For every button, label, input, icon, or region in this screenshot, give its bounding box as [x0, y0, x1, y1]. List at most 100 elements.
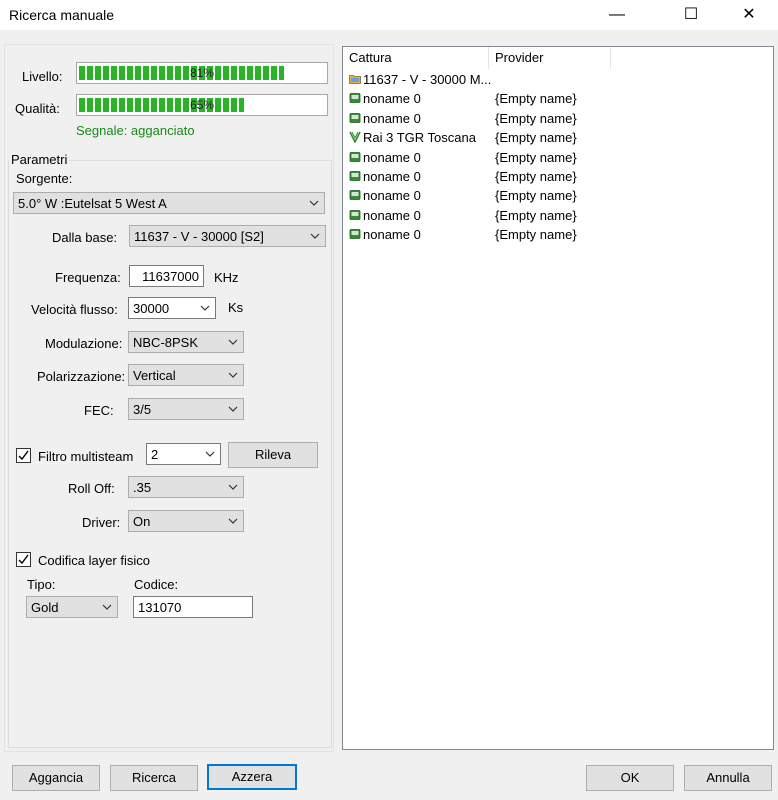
type-dropdown[interactable]: Gold: [26, 596, 118, 618]
chevron-down-icon: [205, 451, 215, 457]
service-name-text: noname 0: [363, 149, 421, 165]
service-provider: {Empty name}: [495, 110, 577, 126]
fec-label: FEC:: [84, 403, 114, 418]
rolloff-dropdown[interactable]: .35: [128, 476, 244, 498]
parameters-group-title: Parametri: [9, 152, 70, 167]
tv-channel-icon: [349, 229, 361, 240]
service-provider: {Empty name}: [495, 188, 577, 204]
service-name: noname 0: [349, 150, 421, 165]
chevron-down-icon: [228, 339, 238, 345]
service-name-text: noname 0: [363, 91, 421, 107]
tv-channel-icon: [349, 209, 361, 220]
modulation-dropdown[interactable]: NBC-8PSK: [128, 331, 244, 353]
list-item[interactable]: noname 0 {Empty name}: [343, 148, 773, 167]
service-provider: {Empty name}: [495, 207, 577, 223]
cancel-button[interactable]: Annulla: [684, 765, 772, 791]
rate-unit: Ks: [228, 300, 244, 315]
lock-button[interactable]: Aggancia: [12, 765, 100, 791]
service-name-text: noname 0: [363, 227, 421, 243]
code-input[interactable]: 131070: [133, 596, 253, 618]
multistream-label: Filtro multisteam: [38, 449, 134, 464]
pls-checkbox[interactable]: [16, 552, 31, 567]
polarization-label: Polarizzazione:: [37, 369, 126, 384]
list-item[interactable]: noname 0 {Empty name}: [343, 225, 773, 244]
frequency-input[interactable]: 11637000: [129, 265, 204, 287]
frequency-value: 11637000: [142, 269, 199, 284]
list-item[interactable]: 11637 - V - 30000 M...: [343, 70, 773, 89]
frequency-unit: KHz: [214, 270, 239, 285]
service-name-text: 11637 - V - 30000 M...: [363, 72, 492, 87]
tv-channel-icon: [349, 190, 361, 201]
service-name: noname 0: [349, 188, 421, 203]
level-label: Livello:: [22, 69, 63, 84]
rate-combobox[interactable]: 30000: [128, 297, 216, 319]
service-name: noname 0: [349, 111, 421, 126]
service-provider: {Empty name}: [495, 227, 577, 243]
rate-value: 30000: [133, 301, 170, 316]
close-button[interactable]: ✕: [726, 0, 772, 30]
ok-button[interactable]: OK: [586, 765, 674, 791]
service-name-text: noname 0: [363, 169, 421, 184]
service-name: noname 0: [349, 169, 421, 184]
chevron-down-icon: [310, 233, 320, 239]
chevron-down-icon: [200, 305, 210, 311]
pls-label: Codifica layer fisico: [38, 553, 150, 568]
column-header-provider[interactable]: Provider: [489, 47, 611, 69]
multistream-checkbox[interactable]: [16, 448, 31, 463]
source-value: 5.0° W :Eutelsat 5 West A: [18, 196, 167, 211]
list-item[interactable]: Rai 3 TGR Toscana {Empty name}: [343, 128, 773, 147]
service-name: noname 0: [349, 91, 421, 106]
base-value: 11637 - V - 30000 [S2]: [134, 229, 264, 244]
column-header-capture[interactable]: Cattura: [343, 47, 489, 69]
list-item[interactable]: noname 0 {Empty name}: [343, 89, 773, 108]
search-button[interactable]: Ricerca: [110, 765, 198, 791]
tv-channel-icon: [349, 151, 361, 162]
tv-channel-icon: [349, 112, 361, 123]
frequency-label: Frequenza:: [55, 270, 121, 285]
list-item[interactable]: noname 0 {Empty name}: [343, 206, 773, 225]
services-list[interactable]: Cattura Provider 11637 - V - 30000 M... n…: [342, 46, 774, 750]
base-label: Dalla base:: [52, 230, 118, 245]
service-provider: {Empty name}: [495, 91, 577, 107]
maximize-button[interactable]: ☐: [668, 0, 714, 30]
service-name: noname 0: [349, 227, 421, 242]
type-value: Gold: [31, 600, 59, 615]
list-item[interactable]: noname 0 {Empty name}: [343, 109, 773, 128]
service-provider: {Empty name}: [495, 130, 577, 146]
level-percent: 81%: [189, 66, 215, 80]
polarization-value: Vertical: [133, 368, 176, 383]
service-provider: {Empty name}: [495, 149, 577, 165]
base-dropdown[interactable]: 11637 - V - 30000 [S2]: [129, 225, 326, 247]
source-dropdown[interactable]: 5.0° W :Eutelsat 5 West A: [13, 192, 325, 214]
fec-value: 3/5: [133, 402, 152, 417]
list-item[interactable]: noname 0 {Empty name}: [343, 167, 773, 186]
checkmark-icon: [18, 450, 29, 461]
multistream-combobox[interactable]: 2: [146, 443, 221, 465]
signal-status: Segnale: agganciato: [76, 123, 195, 138]
title-bar: Ricerca manuale — ☐ ✕: [0, 0, 778, 30]
rolloff-value: .35: [133, 480, 152, 495]
folder-icon: [349, 75, 361, 84]
quality-percent: 65%: [189, 98, 215, 112]
modulation-value: NBC-8PSK: [133, 335, 199, 350]
code-value: 131070: [138, 600, 182, 615]
chevron-down-icon: [228, 406, 238, 412]
tv-channel-icon: [349, 93, 361, 104]
tv-channel-icon: [349, 171, 361, 181]
checkmark-icon: [18, 554, 29, 565]
service-provider: {Empty name}: [495, 169, 577, 184]
list-item[interactable]: noname 0 {Empty name}: [343, 186, 773, 205]
service-name-text: noname 0: [363, 188, 421, 204]
chevron-down-icon: [102, 604, 112, 610]
source-label: Sorgente:: [16, 171, 73, 186]
quality-progress: 65%: [76, 94, 328, 116]
detect-button[interactable]: Rileva: [228, 442, 318, 468]
service-name: 11637 - V - 30000 M...: [349, 72, 491, 87]
driver-dropdown[interactable]: On: [128, 510, 244, 532]
fec-dropdown[interactable]: 3/5: [128, 398, 244, 420]
minimize-button[interactable]: —: [594, 0, 640, 30]
type-label: Tipo:: [27, 577, 56, 592]
polarization-dropdown[interactable]: Vertical: [128, 364, 244, 386]
chevron-down-icon: [228, 484, 238, 490]
reset-button[interactable]: Azzera: [207, 764, 297, 790]
